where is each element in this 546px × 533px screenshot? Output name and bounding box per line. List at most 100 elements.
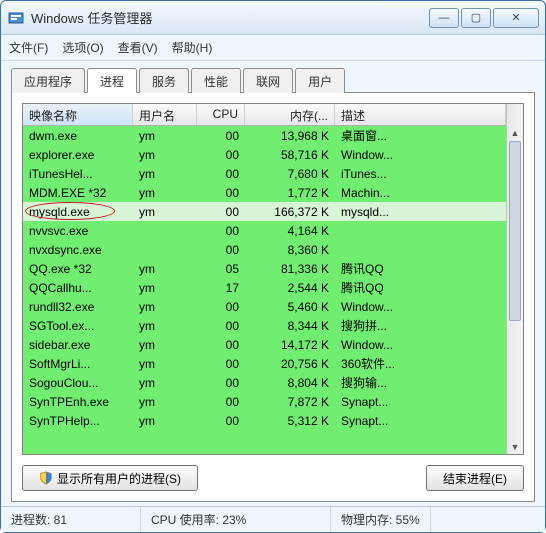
scroll-up-icon[interactable]: ▲: [511, 128, 520, 138]
cell-img: dwm.exe: [23, 128, 133, 144]
cell-desc: Synapt...: [335, 394, 506, 410]
table-row[interactable]: MDM.EXE *32ym001,772 KMachin...: [23, 183, 506, 202]
show-all-users-button[interactable]: 显示所有用户的进程(S): [22, 465, 198, 491]
cell-desc: iTunes...: [335, 166, 506, 182]
cell-mem: 166,372 K: [245, 204, 335, 220]
table-row[interactable]: rundll32.exeym005,460 KWindow...: [23, 297, 506, 316]
cell-cpu: 00: [197, 128, 245, 144]
cell-user: ym: [133, 356, 197, 372]
cell-img: MDM.EXE *32: [23, 185, 133, 201]
table-row[interactable]: dwm.exeym0013,968 K桌面窗...: [23, 126, 506, 145]
cell-cpu: 00: [197, 337, 245, 353]
cell-user: ym: [133, 394, 197, 410]
column-headers: 映像名称 用户名 CPU 内存(... 描述: [23, 104, 506, 126]
task-manager-window: Windows 任务管理器 ― ▢ ✕ 文件(F) 选项(O) 查看(V) 帮助…: [0, 0, 546, 533]
table-row[interactable]: SGTool.ex...ym008,344 K搜狗拼...: [23, 316, 506, 335]
vertical-scrollbar[interactable]: ▲ ▼: [506, 126, 523, 454]
cell-cpu: 00: [197, 375, 245, 391]
table-row[interactable]: nvvsvc.exe004,164 K: [23, 221, 506, 240]
cell-mem: 81,336 K: [245, 261, 335, 277]
cell-cpu: 00: [197, 185, 245, 201]
tab-applications[interactable]: 应用程序: [11, 68, 85, 93]
cell-cpu: 00: [197, 318, 245, 334]
table-row[interactable]: SynTPEnh.exeym007,872 KSynapt...: [23, 392, 506, 411]
tab-strip: 应用程序 进程 服务 性能 联网 用户: [11, 67, 535, 93]
cell-cpu: 00: [197, 223, 245, 239]
status-bar: 进程数: 81 CPU 使用率: 23% 物理内存: 55%: [1, 506, 545, 532]
cell-desc: 腾讯QQ: [335, 259, 506, 278]
cell-mem: 20,756 K: [245, 356, 335, 372]
cell-user: ym: [133, 185, 197, 201]
cell-mem: 2,544 K: [245, 280, 335, 296]
cell-cpu: 17: [197, 280, 245, 296]
cell-user: ym: [133, 375, 197, 391]
col-description[interactable]: 描述: [335, 104, 506, 125]
cell-desc: [335, 249, 506, 251]
cell-img: iTunesHel...: [23, 166, 133, 182]
cell-mem: 13,968 K: [245, 128, 335, 144]
cell-desc: Window...: [335, 337, 506, 353]
cell-cpu: 00: [197, 413, 245, 429]
cell-img: nvvsvc.exe: [23, 223, 133, 239]
cell-user: ym: [133, 166, 197, 182]
cell-img: SGTool.ex...: [23, 318, 133, 334]
table-row[interactable]: QQCallhu...ym172,544 K腾讯QQ: [23, 278, 506, 297]
cell-user: ym: [133, 280, 197, 296]
table-row[interactable]: SoftMgrLi...ym0020,756 K360软件...: [23, 354, 506, 373]
menu-help[interactable]: 帮助(H): [172, 39, 213, 56]
status-physical-memory: 物理内存: 55%: [331, 507, 431, 532]
col-image-name[interactable]: 映像名称: [23, 104, 133, 125]
cell-img: QQ.exe *32: [23, 261, 133, 277]
table-row[interactable]: QQ.exe *32ym0581,336 K腾讯QQ: [23, 259, 506, 278]
cell-cpu: 00: [197, 299, 245, 315]
titlebar[interactable]: Windows 任务管理器 ― ▢ ✕: [1, 1, 545, 35]
cell-user: ym: [133, 128, 197, 144]
cell-mem: 5,460 K: [245, 299, 335, 315]
button-row: 显示所有用户的进程(S) 结束进程(E): [22, 465, 524, 491]
close-button[interactable]: ✕: [493, 8, 539, 28]
cell-user: ym: [133, 261, 197, 277]
end-process-button[interactable]: 结束进程(E): [426, 465, 524, 491]
col-cpu[interactable]: CPU: [197, 104, 245, 125]
table-row[interactable]: explorer.exeym0058,716 KWindow...: [23, 145, 506, 164]
window-controls: ― ▢ ✕: [429, 8, 539, 28]
table-row[interactable]: SogouClou...ym008,804 K搜狗输...: [23, 373, 506, 392]
table-row[interactable]: SynTPHelp...ym005,312 KSynapt...: [23, 411, 506, 430]
process-rows[interactable]: dwm.exeym0013,968 K桌面窗...explorer.exeym0…: [23, 126, 506, 454]
cell-cpu: 00: [197, 166, 245, 182]
tab-panel-processes: 映像名称 用户名 CPU 内存(... 描述 dwm.exeym0013,968…: [11, 93, 535, 502]
tab-processes[interactable]: 进程: [87, 68, 137, 93]
cell-user: ym: [133, 413, 197, 429]
table-row[interactable]: sidebar.exeym0014,172 KWindow...: [23, 335, 506, 354]
table-row[interactable]: nvxdsync.exe008,360 K: [23, 240, 506, 259]
col-memory[interactable]: 内存(...: [245, 104, 335, 125]
maximize-button[interactable]: ▢: [461, 8, 491, 28]
cell-cpu: 05: [197, 261, 245, 277]
cell-cpu: 00: [197, 394, 245, 410]
table-row[interactable]: iTunesHel...ym007,680 KiTunes...: [23, 164, 506, 183]
client-area: 应用程序 进程 服务 性能 联网 用户 映像名称 用户名 CPU 内存(... …: [1, 61, 545, 506]
tab-services[interactable]: 服务: [139, 68, 189, 93]
cell-user: ym: [133, 147, 197, 163]
menu-view[interactable]: 查看(V): [118, 39, 158, 56]
tab-performance[interactable]: 性能: [191, 68, 241, 93]
cell-img: SoftMgrLi...: [23, 356, 133, 372]
cell-user: ym: [133, 337, 197, 353]
table-row[interactable]: mysqld.exeym00166,372 Kmysqld...: [23, 202, 506, 221]
cell-img: sidebar.exe: [23, 337, 133, 353]
cell-desc: Window...: [335, 147, 506, 163]
menu-file[interactable]: 文件(F): [9, 39, 48, 56]
cell-desc: Synapt...: [335, 413, 506, 429]
cell-cpu: 00: [197, 147, 245, 163]
cell-mem: 8,360 K: [245, 242, 335, 258]
cell-mem: 1,772 K: [245, 185, 335, 201]
minimize-button[interactable]: ―: [429, 8, 459, 28]
status-process-count: 进程数: 81: [1, 507, 141, 532]
cell-desc: 桌面窗...: [335, 126, 506, 145]
tab-networking[interactable]: 联网: [243, 68, 293, 93]
cell-img: SynTPHelp...: [23, 413, 133, 429]
col-user[interactable]: 用户名: [133, 104, 197, 125]
scroll-down-icon[interactable]: ▼: [511, 442, 520, 452]
menu-options[interactable]: 选项(O): [62, 39, 103, 56]
tab-users[interactable]: 用户: [295, 68, 345, 93]
